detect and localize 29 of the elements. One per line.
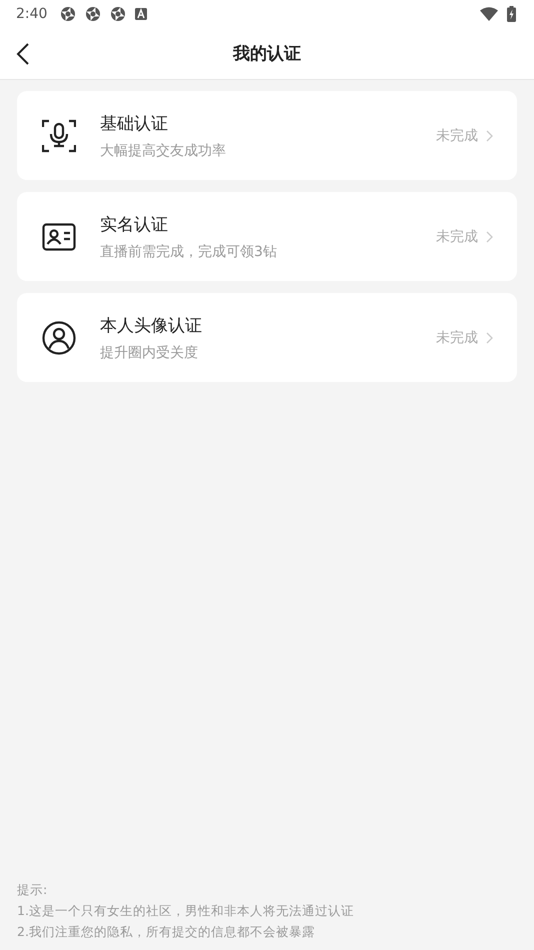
tip-text: 1.这是一个只有女生的社区，男性和非本人将无法通过认证: [17, 902, 355, 920]
status-label: 未完成: [436, 328, 478, 346]
card-subtitle: 提升圈内受关度: [100, 344, 199, 362]
page-title: 我的认证: [233, 43, 301, 65]
notification-icon: [135, 8, 148, 20]
chevron-right-icon: [486, 230, 493, 242]
notification-icon: [110, 6, 126, 22]
card-subtitle: 直播前需完成，完成可领3钻: [100, 242, 278, 260]
verification-card[interactable]: 本人头像认证 提升圈内受关度 未完成: [17, 293, 517, 382]
notification-icon: [85, 6, 102, 22]
battery-icon: [507, 6, 516, 22]
tip-text: 2.我们注重您的隐私，所有提交的信息都不会被暴露: [17, 923, 316, 941]
microphone-icon: [42, 118, 76, 152]
card-title: 实名认证: [100, 214, 169, 236]
card-title: 本人头像认证: [100, 314, 203, 336]
tip-heading: 提示:: [17, 881, 48, 899]
card-subtitle: 大幅提高交友成功率: [100, 142, 227, 160]
user-icon: [42, 320, 76, 354]
status-label: 未完成: [436, 228, 478, 246]
status-time: 2:40: [16, 6, 48, 22]
verification-card[interactable]: 基础认证 大幅提高交友成功率 未完成: [17, 91, 517, 180]
chevron-right-icon: [486, 332, 493, 344]
notification-icon: [60, 6, 76, 22]
verification-card[interactable]: 实名认证 直播前需完成，完成可领3钻 未完成: [17, 192, 517, 281]
chevron-right-icon: [486, 130, 493, 142]
card-title: 基础认证: [100, 112, 169, 134]
status-label: 未完成: [436, 126, 478, 144]
id-card-icon: [42, 222, 76, 250]
wifi-icon: [480, 7, 498, 21]
